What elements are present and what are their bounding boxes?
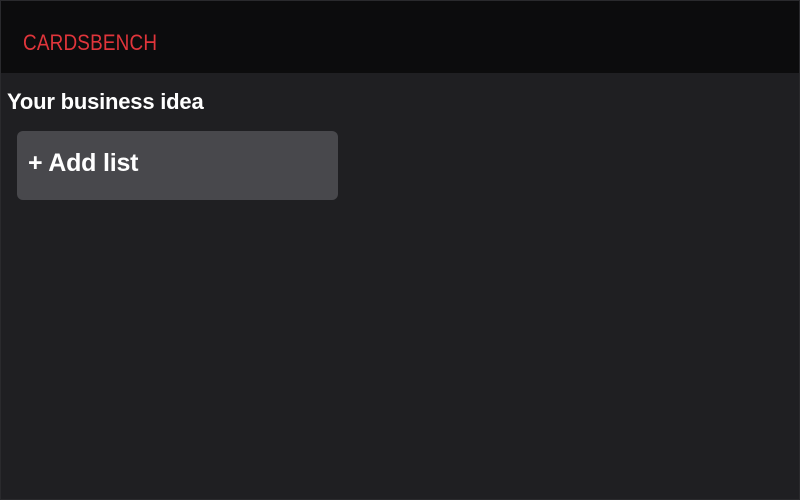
- add-list-button[interactable]: + Add list: [17, 131, 338, 200]
- board-title: Your business idea: [7, 89, 204, 114]
- brand-logo[interactable]: CARDSBENCH: [23, 30, 157, 56]
- window-frame: [0, 0, 800, 500]
- top-navbar: CARDSBENCH: [0, 0, 800, 73]
- add-list-label: + Add list: [28, 149, 139, 177]
